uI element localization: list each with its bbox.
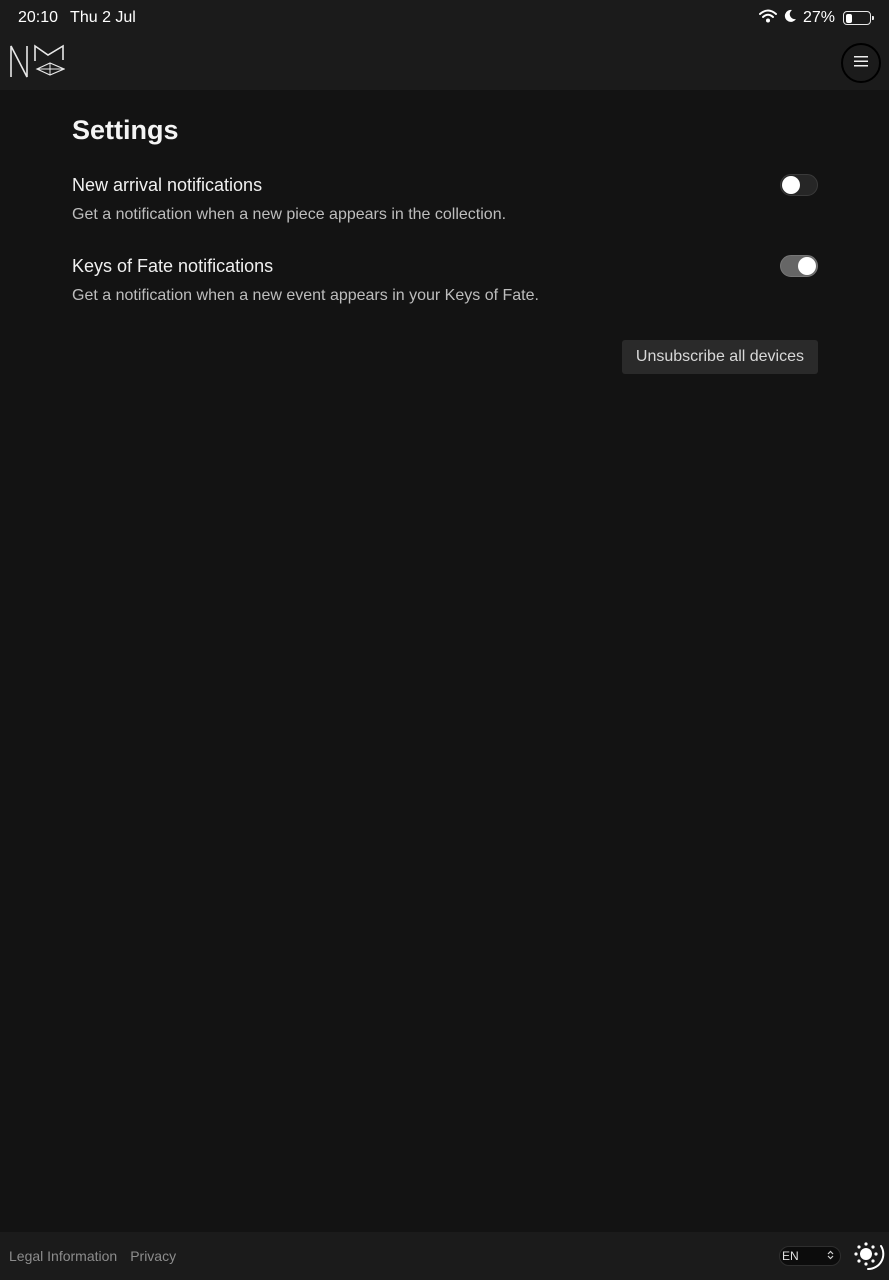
chevron-updown-icon (827, 1249, 834, 1263)
privacy-link[interactable]: Privacy (130, 1248, 176, 1264)
setting-label: New arrival notifications (72, 174, 263, 195)
page-title: Settings (72, 115, 179, 145)
unsubscribe-all-button[interactable]: Unsubscribe all devices (621, 340, 818, 374)
language-value: EN (782, 1249, 799, 1263)
language-select[interactable]: EN (779, 1246, 841, 1266)
status-right: 27% (758, 9, 874, 28)
hamburger-icon (854, 54, 868, 72)
app-header (0, 36, 889, 90)
setting-row: New arrival notifications (72, 171, 818, 199)
setting-description: Get a notification when a new piece appe… (72, 206, 507, 223)
sun-icon[interactable] (851, 1237, 885, 1276)
status-bar: 20:10 Thu 2 Jul 27% (0, 0, 889, 36)
status-time: 20:10 (18, 9, 59, 26)
settings-page: Settings New arrival notifications Get a… (72, 90, 818, 374)
setting-row: Keys of Fate notifications (72, 252, 818, 280)
battery-icon (843, 11, 874, 25)
status-left: 20:10 Thu 2 Jul (18, 9, 136, 27)
setting-keys-of-fate: Keys of Fate notifications Get a notific… (72, 252, 818, 305)
footer: Legal Information Privacy EN (0, 1232, 889, 1280)
battery-level (845, 13, 852, 23)
menu-button[interactable] (841, 43, 881, 83)
legal-information-link[interactable]: Legal Information (9, 1248, 117, 1264)
logo[interactable] (9, 43, 66, 84)
setting-description: Get a notification when a new event appe… (72, 287, 539, 304)
setting-new-arrivals: New arrival notifications Get a notifica… (72, 171, 818, 224)
toggle-knob (782, 176, 800, 194)
setting-label: Keys of Fate notifications (72, 255, 274, 276)
footer-right: EN (779, 1237, 885, 1276)
footer-links: Legal Information Privacy (9, 1248, 176, 1264)
keys-of-fate-toggle[interactable] (780, 255, 818, 277)
moon-icon (783, 9, 797, 28)
unsubscribe-wrap: Unsubscribe all devices (72, 340, 818, 374)
wifi-icon (758, 9, 777, 28)
toggle-knob (798, 257, 816, 275)
new-arrival-toggle[interactable] (780, 174, 818, 196)
status-date: Thu 2 Jul (70, 9, 136, 26)
battery-percent: 27% (802, 9, 835, 26)
